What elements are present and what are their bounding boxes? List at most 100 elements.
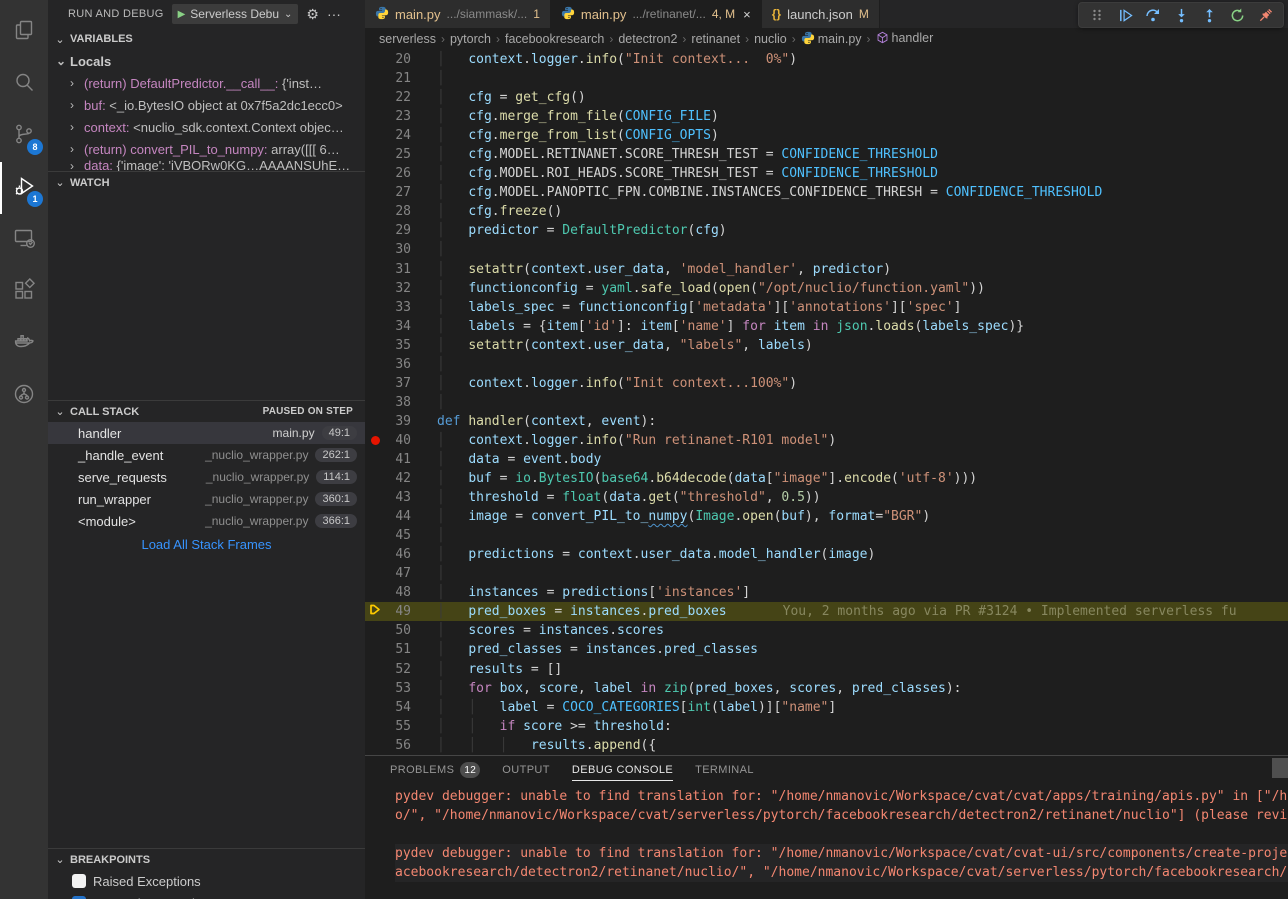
breakpoints-header[interactable]: ⌄ BREAKPOINTS <box>48 848 365 870</box>
step-out-icon[interactable] <box>1197 4 1221 26</box>
line-number[interactable]: 47 <box>385 566 411 581</box>
line-number[interactable]: 48 <box>385 585 411 600</box>
line-number[interactable]: 33 <box>385 300 411 315</box>
line-number[interactable]: 36 <box>385 357 411 372</box>
explorer-activity-item[interactable] <box>0 6 48 58</box>
gear-icon[interactable]: ⚙ <box>306 6 319 23</box>
line-number[interactable]: 52 <box>385 662 411 677</box>
panel-tab-debug-console[interactable]: DEBUG CONSOLE <box>572 756 673 784</box>
line-number[interactable]: 39 <box>385 414 411 429</box>
start-debug-icon[interactable]: ▶ <box>178 9 186 20</box>
step-into-icon[interactable] <box>1169 4 1193 26</box>
line-number[interactable]: 29 <box>385 223 411 238</box>
scope-locals[interactable]: ⌄ Locals <box>48 50 365 72</box>
breadcrumb-item[interactable]: main.py <box>801 31 862 48</box>
code-line: 32│ functionconfig = yaml.safe_load(open… <box>365 279 1288 298</box>
variable-row[interactable]: ›context: <nuclio_sdk.context.Context ob… <box>48 116 365 138</box>
breadcrumb-item[interactable]: nuclio <box>754 32 787 46</box>
disconnect-icon[interactable] <box>1253 4 1277 26</box>
line-number[interactable]: 37 <box>385 376 411 391</box>
source-control-activity-item[interactable]: 8 <box>0 110 48 162</box>
variable-row[interactable]: ›(return) DefaultPredictor.__call__: {'i… <box>48 72 365 94</box>
watch-header[interactable]: ⌄ WATCH <box>48 171 365 193</box>
variable-row[interactable]: ›data: {'image': 'iVBORw0KG…AAAANSUhE… <box>48 160 365 171</box>
remote-explorer-activity-item[interactable] <box>0 214 48 266</box>
load-all-stack-frames-link[interactable]: Load All Stack Frames <box>48 532 365 556</box>
remote-explorer-icon <box>12 226 36 255</box>
line-number[interactable]: 32 <box>385 281 411 296</box>
breakpoint-row[interactable]: ✓Uncaught Exceptions <box>48 892 365 899</box>
variable-row[interactable]: ›(return) convert_PIL_to_numpy: array([[… <box>48 138 365 160</box>
panel-tab-terminal[interactable]: TERMINAL <box>695 756 754 784</box>
restart-icon[interactable] <box>1225 4 1249 26</box>
editor-tab[interactable]: main.py.../retinanet/...4, M× <box>551 0 762 28</box>
line-number[interactable]: 24 <box>385 128 411 143</box>
drag-handle-icon[interactable] <box>1085 4 1109 26</box>
line-number[interactable]: 23 <box>385 109 411 124</box>
checkbox[interactable] <box>72 874 86 888</box>
line-number[interactable]: 26 <box>385 166 411 181</box>
line-number[interactable]: 31 <box>385 262 411 277</box>
continue-icon[interactable] <box>1113 4 1137 26</box>
line-number[interactable]: 34 <box>385 319 411 334</box>
line-number[interactable]: 50 <box>385 623 411 638</box>
more-actions-icon[interactable]: ··· <box>327 6 341 22</box>
panel-tab-problems[interactable]: PROBLEMS12 <box>390 756 480 784</box>
run-and-debug-activity-item[interactable]: 1 <box>0 162 48 214</box>
close-icon[interactable]: × <box>743 7 751 22</box>
breadcrumb-item[interactable]: retinanet <box>691 32 740 46</box>
breadcrumb-item[interactable]: handler <box>876 31 934 47</box>
line-number[interactable]: 51 <box>385 642 411 657</box>
variables-header[interactable]: ⌄ VARIABLES <box>48 28 365 50</box>
breadcrumb-item[interactable]: pytorch <box>450 32 491 46</box>
breadcrumb-item[interactable]: facebookresearch <box>505 32 604 46</box>
line-number[interactable]: 54 <box>385 700 411 715</box>
line-number[interactable]: 40 <box>385 433 411 448</box>
stack-frame-row[interactable]: <module>_nuclio_wrapper.py366:1 <box>48 510 365 532</box>
variable-row[interactable]: ›buf: <_io.BytesIO object at 0x7f5a2dc1e… <box>48 94 365 116</box>
code-editor[interactable]: 20│ context.logger.info("Init context...… <box>365 50 1288 755</box>
line-number[interactable]: 30 <box>385 242 411 257</box>
search-activity-item[interactable] <box>0 58 48 110</box>
line-number[interactable]: 44 <box>385 509 411 524</box>
panel-tab-output[interactable]: OUTPUT <box>502 756 550 784</box>
line-number[interactable]: 42 <box>385 471 411 486</box>
line-number[interactable]: 25 <box>385 147 411 162</box>
breakpoint-dot[interactable] <box>371 436 380 445</box>
breadcrumb-item[interactable]: detectron2 <box>618 32 677 46</box>
line-number[interactable]: 45 <box>385 528 411 543</box>
breadcrumb-item[interactable]: serverless <box>379 32 436 46</box>
line-number[interactable]: 27 <box>385 185 411 200</box>
stack-frame-row[interactable]: _handle_event_nuclio_wrapper.py262:1 <box>48 444 365 466</box>
step-over-icon[interactable] <box>1141 4 1165 26</box>
line-number[interactable]: 28 <box>385 204 411 219</box>
python-icon <box>375 6 389 23</box>
line-number[interactable]: 22 <box>385 90 411 105</box>
line-number[interactable]: 56 <box>385 738 411 753</box>
stack-frame-row[interactable]: handlermain.py49:1 <box>48 422 365 444</box>
line-number[interactable]: 35 <box>385 338 411 353</box>
line-number[interactable]: 20 <box>385 52 411 67</box>
git-graph-activity-item[interactable] <box>0 370 48 422</box>
call-stack-header[interactable]: ⌄ CALL STACK PAUSED ON STEP <box>48 400 365 422</box>
editor-tab[interactable]: {}launch.jsonM <box>762 0 880 28</box>
line-number[interactable]: 55 <box>385 719 411 734</box>
line-number[interactable]: 43 <box>385 490 411 505</box>
panel-scrollbar[interactable] <box>1272 758 1288 778</box>
stack-frame-row[interactable]: serve_requests_nuclio_wrapper.py114:1 <box>48 466 365 488</box>
docker-activity-item[interactable] <box>0 318 48 370</box>
line-number[interactable]: 21 <box>385 71 411 86</box>
extensions-activity-item[interactable] <box>0 266 48 318</box>
stack-frame-row[interactable]: run_wrapper_nuclio_wrapper.py360:1 <box>48 488 365 510</box>
code-line: 34│ labels = {item['id']: item['name'] f… <box>365 317 1288 336</box>
breadcrumb: serverless›pytorch›facebookresearch›dete… <box>365 28 1288 50</box>
breakpoint-row[interactable]: Raised Exceptions <box>48 870 365 892</box>
line-number[interactable]: 38 <box>385 395 411 410</box>
line-number[interactable]: 41 <box>385 452 411 467</box>
launch-config-picker[interactable]: ▶ Serverless Debu ⌄ <box>172 4 299 24</box>
line-number[interactable]: 49 <box>385 604 411 619</box>
code-line: 25│ cfg.MODEL.RETINANET.SCORE_THRESH_TES… <box>365 145 1288 164</box>
editor-tab[interactable]: main.py.../siammask/...1 <box>365 0 551 28</box>
line-number[interactable]: 46 <box>385 547 411 562</box>
line-number[interactable]: 53 <box>385 681 411 696</box>
